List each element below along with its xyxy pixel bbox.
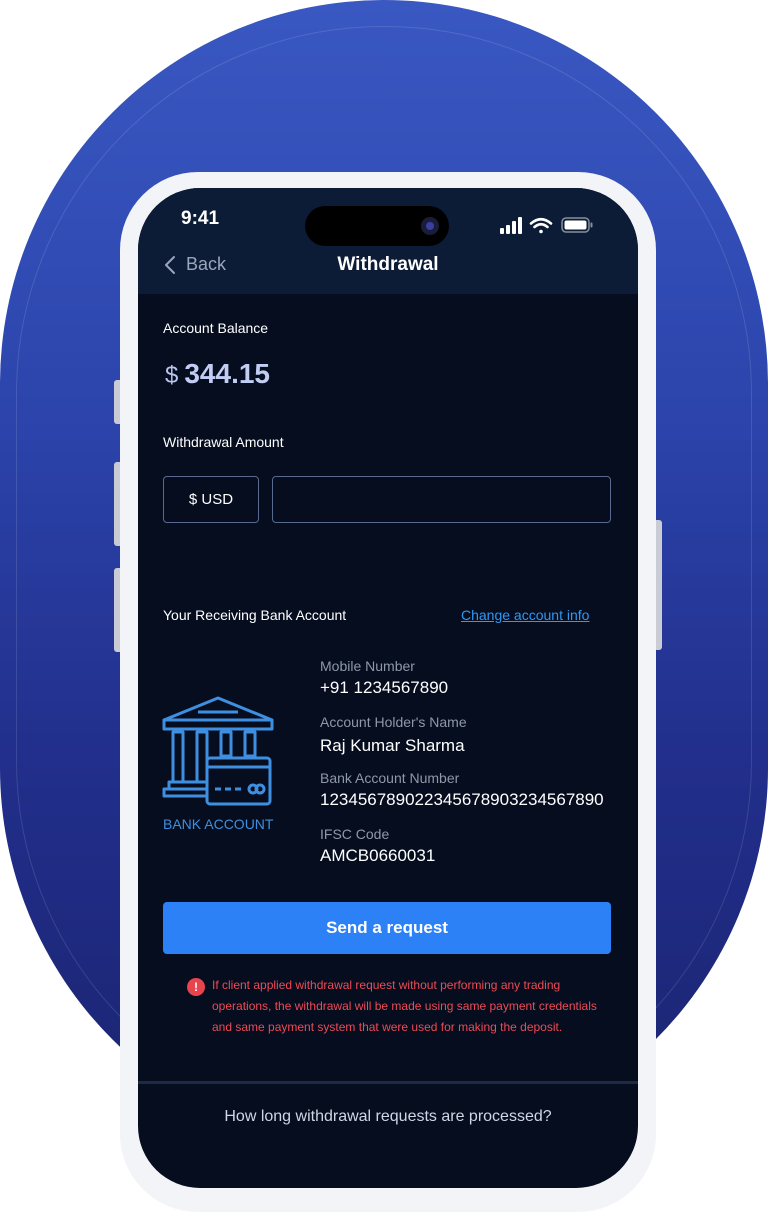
- bank-account-caption: BANK ACCOUNT: [163, 816, 274, 832]
- holder-name-value: Raj Kumar Sharma: [320, 736, 465, 755]
- withdrawal-amount-label: Withdrawal Amount: [163, 434, 284, 450]
- power-button: [656, 520, 662, 650]
- balance-amount: $ 344.15: [165, 358, 270, 390]
- send-request-button[interactable]: Send a request: [163, 902, 611, 954]
- account-number-label: Bank Account Number: [320, 770, 460, 786]
- wifi-icon: [529, 217, 553, 234]
- bank-icon: [162, 696, 274, 806]
- alert-icon: !: [187, 978, 205, 996]
- status-time: 9:41: [181, 208, 220, 229]
- change-account-link[interactable]: Change account info: [461, 607, 589, 623]
- warning-message: If client applied withdrawal request wit…: [212, 978, 597, 1034]
- divider: [138, 1081, 638, 1084]
- currency-symbol: $: [165, 362, 179, 389]
- signal-icon: [500, 217, 522, 234]
- amount-input[interactable]: [272, 476, 611, 523]
- holder-name-label: Account Holder's Name: [320, 714, 467, 730]
- balance-label: Account Balance: [163, 320, 269, 336]
- camera-icon: [421, 217, 439, 235]
- mobile-number-value: +91 1234567890: [320, 678, 449, 697]
- ifsc-code-label: IFSC Code: [320, 826, 390, 842]
- battery-icon: [561, 217, 593, 233]
- faq-item[interactable]: How long withdrawal requests are process…: [138, 1108, 638, 1126]
- status-icons: [500, 216, 595, 241]
- account-number-value: 123456789022345678903234567890: [320, 790, 604, 809]
- mobile-number-label: Mobile Number: [320, 658, 415, 674]
- phone-screen: 9:41 Back Withdrawal Account Balance $ 3…: [138, 188, 638, 1188]
- ifsc-code-value: AMCB0660031: [320, 846, 436, 865]
- balance-value: 344.15: [184, 358, 270, 389]
- currency-select[interactable]: $ USD: [163, 476, 259, 523]
- page-title: Withdrawal: [337, 254, 439, 275]
- receiving-account-label: Your Receiving Bank Account: [163, 607, 347, 623]
